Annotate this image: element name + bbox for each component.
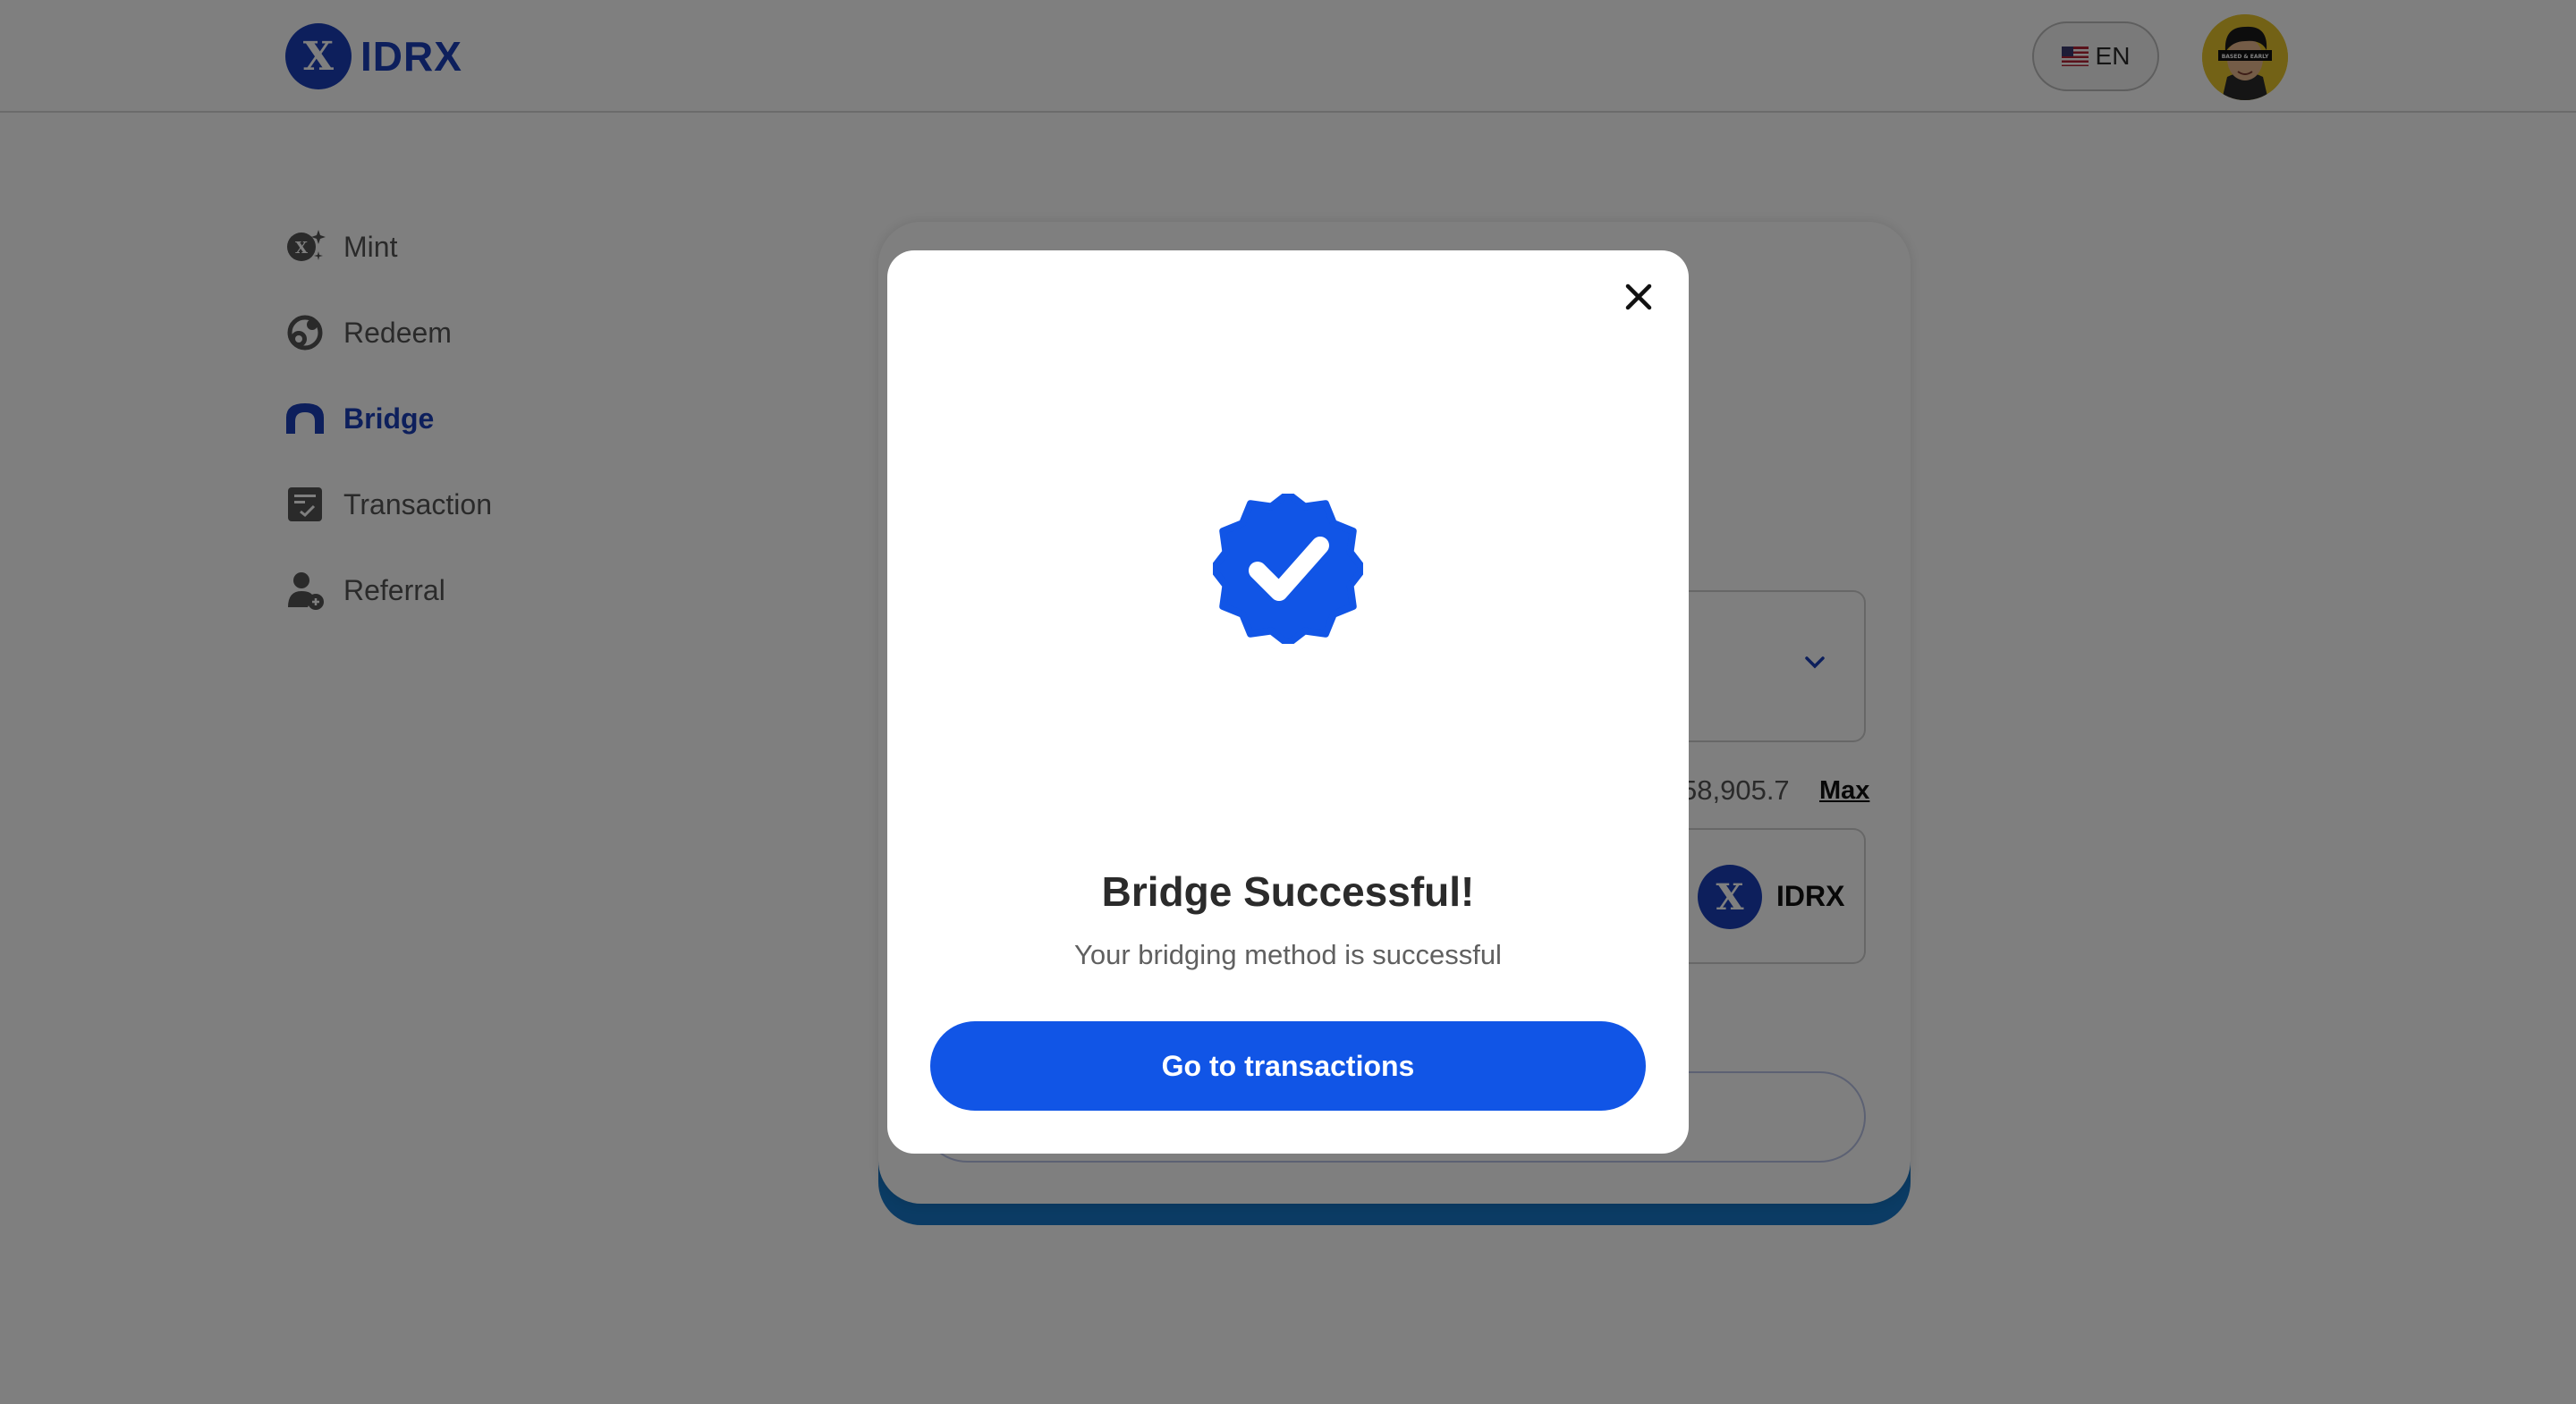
go-to-transactions-button[interactable]: Go to transactions bbox=[930, 1021, 1646, 1111]
close-icon bbox=[1625, 283, 1652, 310]
verified-badge-icon bbox=[1209, 490, 1367, 647]
success-modal: Bridge Successful! Your bridging method … bbox=[887, 250, 1689, 1154]
modal-subtitle: Your bridging method is successful bbox=[1074, 939, 1502, 970]
close-button[interactable] bbox=[1617, 275, 1660, 318]
modal-title: Bridge Successful! bbox=[1101, 868, 1475, 915]
page: X IDRX EN bbox=[0, 0, 2576, 1404]
